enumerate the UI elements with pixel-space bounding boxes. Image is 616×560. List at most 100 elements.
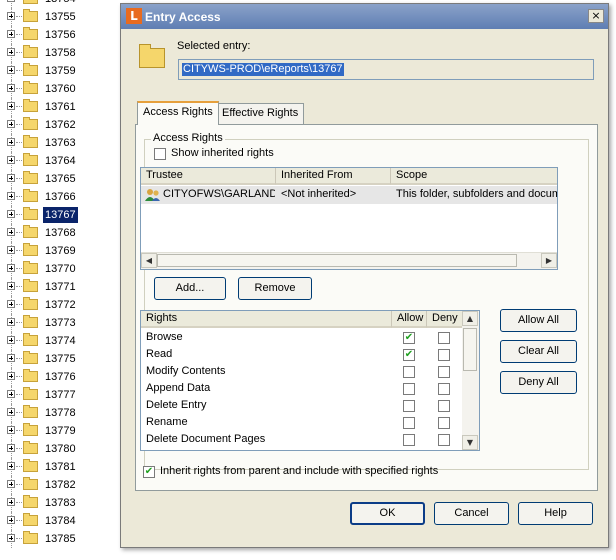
- ok-button[interactable]: OK: [350, 502, 425, 525]
- expand-icon[interactable]: [7, 138, 15, 146]
- allow-checkbox[interactable]: ✔: [403, 349, 415, 361]
- tree-item-label[interactable]: 13756: [43, 27, 78, 43]
- tree-item[interactable]: 13774: [0, 332, 120, 350]
- tree-item[interactable]: 13770: [0, 260, 120, 278]
- tree-item[interactable]: 13776: [0, 368, 120, 386]
- tree-item-label[interactable]: 13771: [43, 279, 78, 295]
- expand-icon[interactable]: [7, 228, 15, 236]
- show-inherited-checkbox[interactable]: [154, 148, 166, 160]
- deny-checkbox[interactable]: [438, 417, 450, 429]
- column-header-deny[interactable]: Deny: [427, 311, 463, 328]
- tree-item-label[interactable]: 13768: [43, 225, 78, 241]
- tree-item-label[interactable]: 13779: [43, 423, 78, 439]
- expand-icon[interactable]: [7, 480, 15, 488]
- tree-item-label[interactable]: 13762: [43, 117, 78, 133]
- tree-item[interactable]: 13765: [0, 170, 120, 188]
- selected-entry-field[interactable]: CITYWS-PROD\eReports\13767: [178, 59, 594, 80]
- tree-item[interactable]: 13780: [0, 440, 120, 458]
- vertical-scrollbar[interactable]: ▲ ▼: [462, 311, 479, 450]
- expand-icon[interactable]: [7, 498, 15, 506]
- tree-item[interactable]: 13773: [0, 314, 120, 332]
- expand-icon[interactable]: [7, 12, 15, 20]
- tree-item[interactable]: 13764: [0, 152, 120, 170]
- tree-item[interactable]: 13784: [0, 512, 120, 530]
- help-button[interactable]: Help: [518, 502, 593, 525]
- expand-icon[interactable]: [7, 336, 15, 344]
- column-header-allow[interactable]: Allow: [392, 311, 427, 328]
- expand-icon[interactable]: [7, 156, 15, 164]
- tree-item-label[interactable]: 13769: [43, 243, 78, 259]
- expand-icon[interactable]: [7, 102, 15, 110]
- tree-item-label[interactable]: 13775: [43, 351, 78, 367]
- tree-item-label[interactable]: 13781: [43, 459, 78, 475]
- column-header-scope[interactable]: Scope: [391, 168, 557, 185]
- expand-icon[interactable]: [7, 66, 15, 74]
- deny-checkbox[interactable]: [438, 434, 450, 446]
- tree-item-label[interactable]: 13758: [43, 45, 78, 61]
- tree-item[interactable]: 13760: [0, 80, 120, 98]
- expand-icon[interactable]: [7, 372, 15, 380]
- expand-icon[interactable]: [7, 30, 15, 38]
- tree-item[interactable]: 13777: [0, 386, 120, 404]
- expand-icon[interactable]: [7, 318, 15, 326]
- close-button[interactable]: ×: [588, 9, 604, 23]
- tree-item-label[interactable]: 13761: [43, 99, 78, 115]
- deny-checkbox[interactable]: [438, 383, 450, 395]
- tree-item-label[interactable]: 13777: [43, 387, 78, 403]
- tree-item[interactable]: 13771: [0, 278, 120, 296]
- tree-item-label[interactable]: 13766: [43, 189, 78, 205]
- deny-checkbox[interactable]: [438, 349, 450, 361]
- allow-checkbox[interactable]: ✔: [403, 332, 415, 344]
- column-header-rights[interactable]: Rights: [141, 311, 392, 328]
- inherit-rights-checkbox[interactable]: ✔: [143, 466, 155, 478]
- scroll-thumb[interactable]: [463, 328, 477, 371]
- expand-icon[interactable]: [7, 210, 15, 218]
- tree-item[interactable]: 13756: [0, 26, 120, 44]
- tree-item[interactable]: 13762: [0, 116, 120, 134]
- tree-item[interactable]: 13759: [0, 62, 120, 80]
- expand-icon[interactable]: [7, 390, 15, 398]
- trustee-list[interactable]: Trustee Inherited From Scope CITYOFWS\GA…: [140, 167, 558, 270]
- deny-checkbox[interactable]: [438, 400, 450, 412]
- rights-list[interactable]: Rights Allow Deny Browse ✔ Read ✔ Modify…: [140, 310, 480, 451]
- deny-checkbox[interactable]: [438, 366, 450, 378]
- tree-item-label[interactable]: 13784: [43, 513, 78, 529]
- expand-icon[interactable]: [7, 246, 15, 254]
- scroll-down-icon[interactable]: ▼: [462, 435, 478, 450]
- expand-icon[interactable]: [7, 426, 15, 434]
- expand-icon[interactable]: [7, 192, 15, 200]
- tree-item-label[interactable]: 13764: [43, 153, 78, 169]
- tree-item[interactable]: 13778: [0, 404, 120, 422]
- show-inherited-label[interactable]: Show inherited rights: [171, 147, 274, 159]
- expand-icon[interactable]: [7, 174, 15, 182]
- tree-item-label[interactable]: 13785: [43, 531, 78, 547]
- allow-checkbox[interactable]: [403, 400, 415, 412]
- deny-all-button[interactable]: Deny All: [500, 371, 577, 394]
- expand-icon[interactable]: [7, 48, 15, 56]
- deny-checkbox[interactable]: [438, 332, 450, 344]
- horizontal-scrollbar[interactable]: ◀ ▶: [141, 252, 557, 269]
- expand-icon[interactable]: [7, 264, 15, 272]
- tree-item[interactable]: 13766: [0, 188, 120, 206]
- tab-access-rights[interactable]: Access Rights: [137, 101, 219, 125]
- expand-icon[interactable]: [7, 444, 15, 452]
- title-bar[interactable]: L Entry Access ×: [121, 4, 608, 29]
- tree-item-label[interactable]: 13759: [43, 63, 78, 79]
- column-header-trustee[interactable]: Trustee: [141, 168, 276, 185]
- cancel-button[interactable]: Cancel: [434, 502, 509, 525]
- tree-item[interactable]: 13785: [0, 530, 120, 548]
- inherit-rights-label[interactable]: Inherit rights from parent and include w…: [160, 465, 438, 477]
- tree-item[interactable]: 13782: [0, 476, 120, 494]
- expand-icon[interactable]: [7, 282, 15, 290]
- tree-item[interactable]: 13783: [0, 494, 120, 512]
- clear-all-button[interactable]: Clear All: [500, 340, 577, 363]
- tree-item-label[interactable]: 13755: [43, 9, 78, 25]
- tree-item-label[interactable]: 13773: [43, 315, 78, 331]
- scroll-left-icon[interactable]: ◀: [141, 253, 157, 268]
- tree-item[interactable]: 13755: [0, 8, 120, 26]
- tree-item-selected[interactable]: 13767: [0, 206, 120, 224]
- expand-icon[interactable]: [7, 0, 15, 2]
- scroll-thumb[interactable]: [157, 254, 517, 267]
- tree-item-label[interactable]: 13776: [43, 369, 78, 385]
- tree-item-label[interactable]: 13774: [43, 333, 78, 349]
